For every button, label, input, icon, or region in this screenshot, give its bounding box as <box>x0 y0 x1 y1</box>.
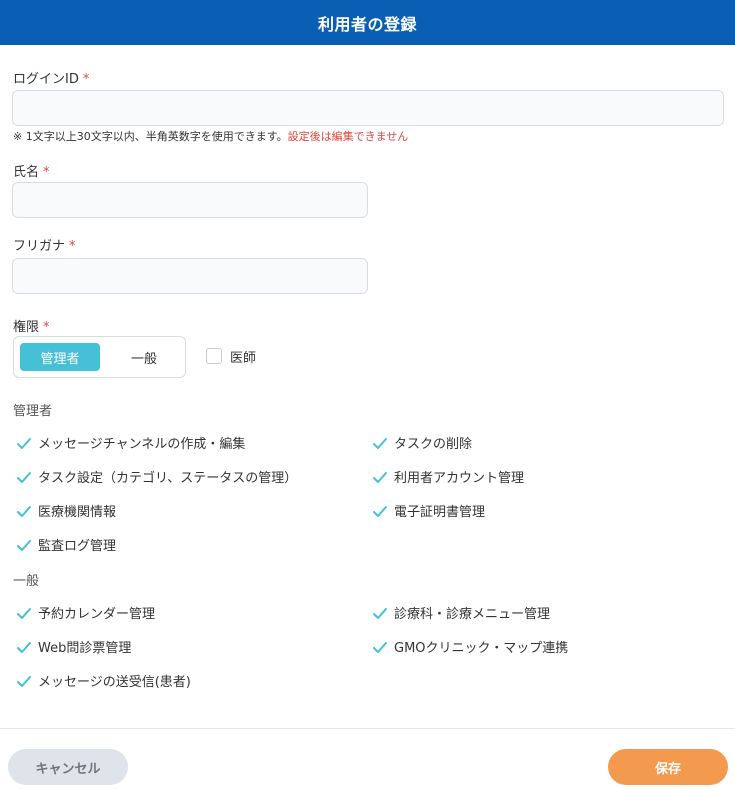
check-icon <box>17 437 31 449</box>
furigana-input[interactable] <box>12 258 368 294</box>
permission-item: タスク設定（カテゴリ、ステータスの管理） <box>16 467 297 486</box>
admin-permissions-title: 管理者 <box>13 404 53 419</box>
check-icon <box>17 641 31 653</box>
permission-item-label: 医療機関情報 <box>38 505 117 520</box>
permission-item-label: Web問診票管理 <box>38 641 132 656</box>
save-button[interactable]: 保存 <box>608 749 728 785</box>
permission-item-label: メッセージの送受信(患者) <box>38 675 191 690</box>
footer-divider <box>0 728 735 729</box>
name-input[interactable] <box>12 182 368 218</box>
role-segmented-control: 管理者 一般 <box>13 336 186 378</box>
login-id-note: ※ 1文字以上30文字以内、半角英数字を使用できます。設定後は編集できません <box>13 128 408 144</box>
furigana-label-text: フリガナ <box>13 239 66 254</box>
check-icon <box>373 607 387 619</box>
page-header: 利用者の登録 <box>0 0 735 45</box>
permission-item: 監査ログ管理 <box>16 535 116 554</box>
permission-item: メッセージチャンネルの作成・編集 <box>16 433 245 452</box>
permission-item-label: 予約カレンダー管理 <box>38 607 156 622</box>
check-icon <box>373 505 387 517</box>
permission-item: 診療科・診療メニュー管理 <box>372 603 550 622</box>
check-icon <box>17 505 31 517</box>
required-mark: * <box>82 72 90 87</box>
required-mark: * <box>69 239 76 254</box>
role-option-general[interactable]: 一般 <box>106 343 182 371</box>
check-icon <box>17 607 31 619</box>
permission-item: 電子証明書管理 <box>372 501 485 520</box>
doctor-checkbox[interactable] <box>206 348 222 364</box>
cancel-button[interactable]: キャンセル <box>8 749 128 785</box>
check-icon <box>17 471 31 483</box>
permission-item-label: タスク設定（カテゴリ、ステータスの管理） <box>38 471 298 486</box>
check-icon <box>373 437 387 449</box>
check-icon <box>373 641 387 653</box>
permission-item: Web問診票管理 <box>16 637 131 656</box>
permission-item-label: 診療科・診療メニュー管理 <box>394 607 551 622</box>
role-label-text: 権限 <box>13 320 40 335</box>
role-label: 権限 * <box>13 316 50 335</box>
login-id-label: ログインID * <box>13 68 89 87</box>
permission-item: 利用者アカウント管理 <box>372 467 524 486</box>
general-permissions-title: 一般 <box>13 574 40 589</box>
check-icon <box>17 539 31 551</box>
login-id-warning: 設定後は編集できません <box>287 130 409 143</box>
check-icon <box>373 471 387 483</box>
doctor-checkbox-label[interactable]: 医師 <box>230 347 256 366</box>
name-label-text: 氏名 <box>13 165 40 180</box>
permission-item: メッセージの送受信(患者) <box>16 671 191 690</box>
permission-item-label: 電子証明書管理 <box>394 505 486 520</box>
required-mark: * <box>43 165 50 180</box>
role-option-admin[interactable]: 管理者 <box>20 343 100 371</box>
check-icon <box>17 675 31 687</box>
required-mark: * <box>43 320 50 335</box>
permission-item: タスクの削除 <box>372 433 472 452</box>
page-title: 利用者の登録 <box>317 14 417 34</box>
permission-item-label: 利用者アカウント管理 <box>394 471 525 486</box>
permission-item: 予約カレンダー管理 <box>16 603 155 622</box>
permission-item-label: 監査ログ管理 <box>38 539 117 554</box>
permission-item-label: タスクの削除 <box>394 437 473 452</box>
login-id-label-text: ログインID <box>13 72 79 87</box>
furigana-label: フリガナ * <box>13 235 76 254</box>
permission-item-label: GMOクリニック・マップ連携 <box>394 641 569 656</box>
permission-item: 医療機関情報 <box>16 501 116 520</box>
login-id-note-text: ※ 1文字以上30文字以内、半角英数字を使用できます。 <box>13 130 288 143</box>
name-label: 氏名 * <box>13 161 50 180</box>
permission-item-label: メッセージチャンネルの作成・編集 <box>38 437 246 452</box>
permission-item: GMOクリニック・マップ連携 <box>372 637 568 656</box>
login-id-input[interactable] <box>12 90 724 126</box>
